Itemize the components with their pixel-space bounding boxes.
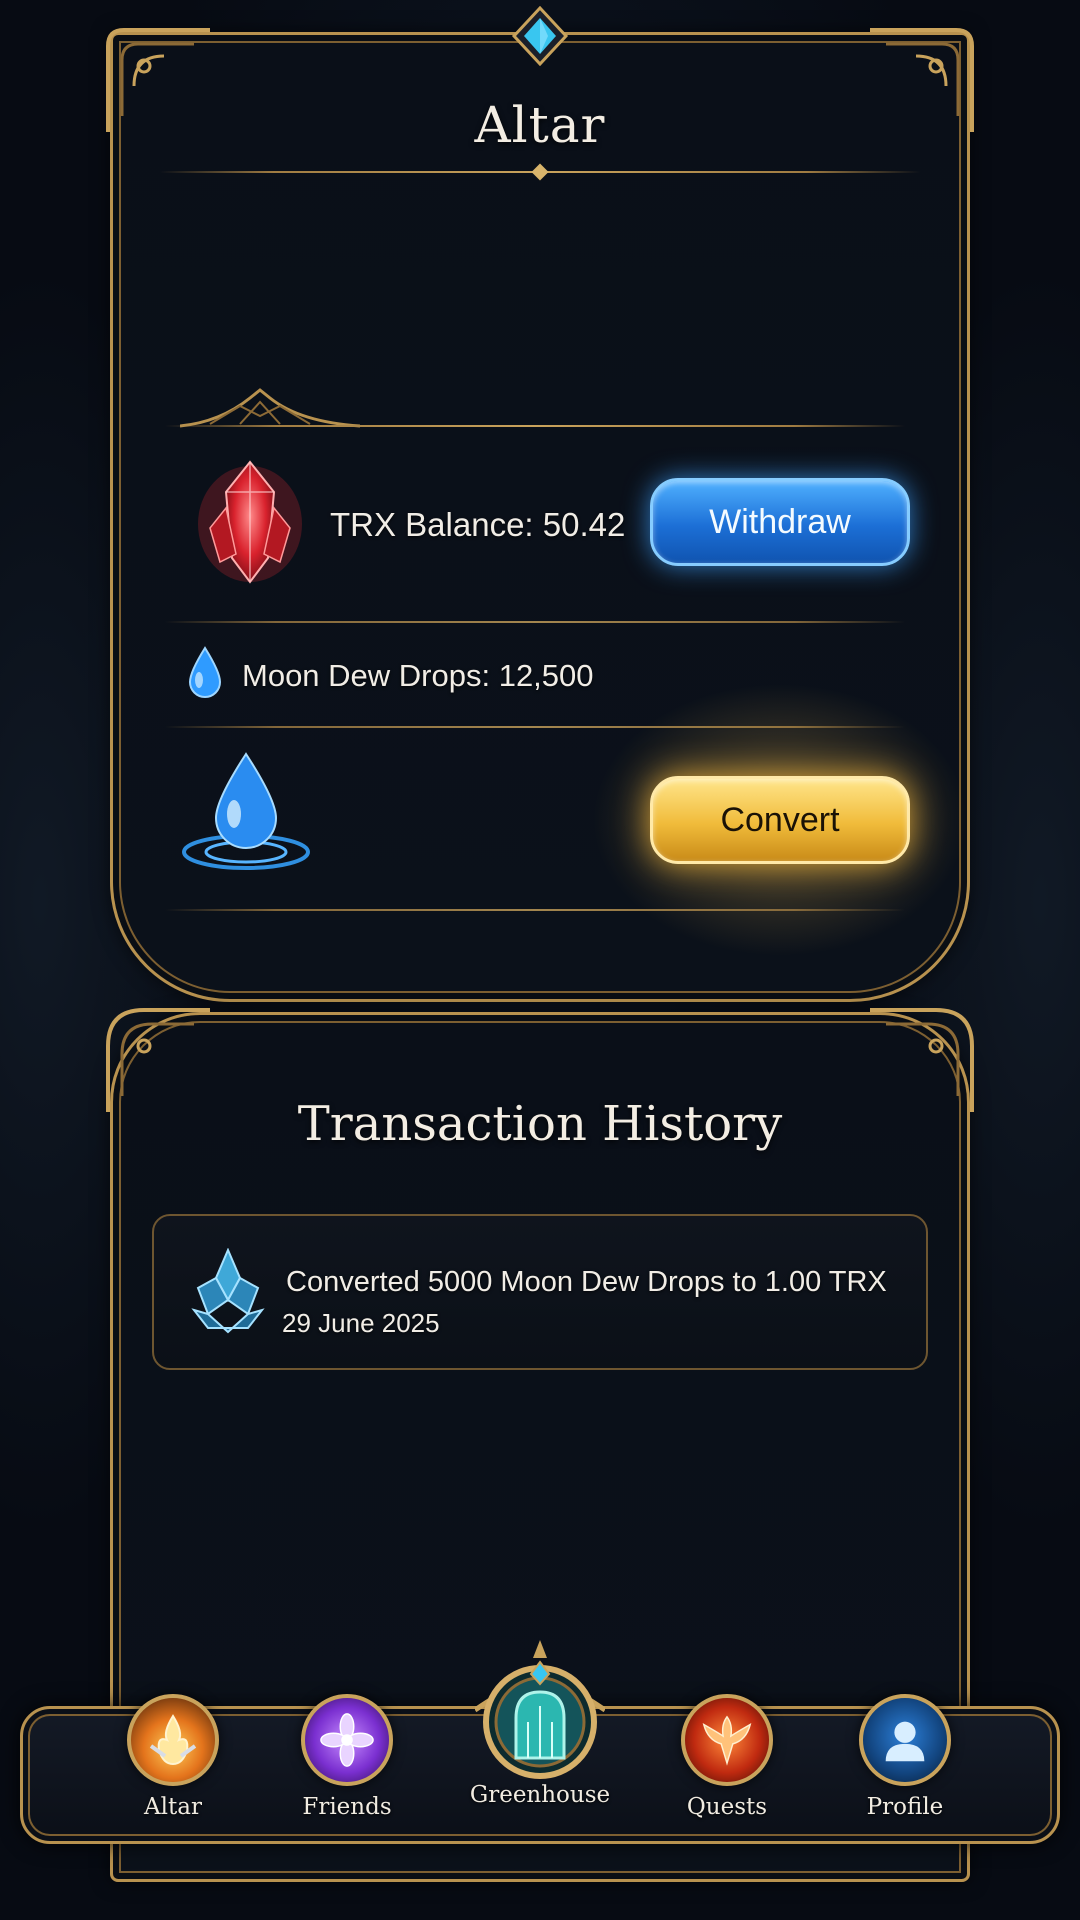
trx-balance-label: TRX Balance: 50.42 — [330, 506, 626, 543]
history-item[interactable]: Converted 5000 Moon Dew Drops to 1.00 TR… — [152, 1214, 928, 1370]
nav-item-friends[interactable]: Friends — [272, 1694, 422, 1834]
convert-button[interactable]: Convert — [650, 776, 910, 864]
diamond-gem-icon — [510, 5, 570, 67]
row-divider — [165, 726, 905, 728]
nav-item-altar[interactable]: Altar — [98, 1694, 248, 1834]
moon-dew-label: Moon Dew Drops: 12,500 — [242, 658, 594, 693]
nav-item-greenhouse[interactable]: Greenhouse — [468, 1640, 612, 1840]
friends-flower-icon — [301, 1694, 393, 1786]
section-divider — [165, 425, 905, 427]
row-divider — [165, 621, 905, 623]
nav-item-profile[interactable]: Profile — [830, 1694, 980, 1834]
red-crystal-icon — [198, 458, 302, 586]
withdraw-button[interactable]: Withdraw — [650, 478, 910, 566]
nav-label: Quests — [686, 1794, 768, 1820]
quests-phoenix-icon — [681, 1694, 773, 1786]
water-drop-icon — [186, 646, 224, 700]
nav-label: Friends — [302, 1794, 392, 1820]
nav-label: Greenhouse — [469, 1782, 611, 1808]
history-title: Transaction History — [297, 1096, 783, 1152]
nav-label: Altar — [144, 1794, 202, 1820]
page-title: Altar — [474, 96, 606, 154]
lotus-crystal-icon — [190, 1247, 266, 1334]
greenhouse-gate-icon — [473, 1640, 607, 1780]
row-divider — [165, 909, 905, 911]
history-item-date: 29 June 2025 — [282, 1308, 440, 1338]
filigree-ornament — [179, 372, 361, 432]
profile-user-icon — [859, 1694, 951, 1786]
nav-item-quests[interactable]: Quests — [652, 1694, 802, 1834]
altar-flame-icon — [127, 1694, 219, 1786]
water-drop-ripple-icon — [180, 748, 312, 874]
history-item-text: Converted 5000 Moon Dew Drops to 1.00 TR… — [286, 1266, 887, 1298]
nav-label: Profile — [866, 1794, 944, 1820]
